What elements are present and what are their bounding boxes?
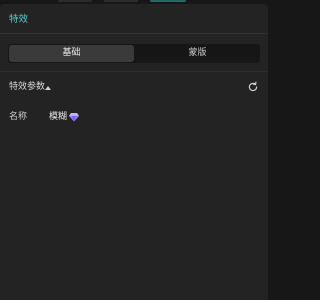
property-label: 名称 [9,112,28,122]
top-strip-mark [104,0,138,2]
effects-panel: 特效 基础 蒙版 特效参数 名称 模糊 [0,4,268,300]
divider [0,71,268,72]
panel-header: 特效 [0,4,268,34]
reset-icon[interactable] [247,81,259,93]
panel-title: 特效 [9,14,29,25]
effect-params-section: 特效参数 [9,81,259,95]
top-strip-accent [150,0,186,2]
tab-mask[interactable]: 蒙版 [135,44,260,63]
tab-bar: 基础 蒙版 [8,44,260,63]
property-row-name: 名称 模糊 [9,111,259,125]
section-title[interactable]: 特效参数 [9,82,45,93]
gem-icon [69,113,79,122]
property-value: 模糊 [49,112,68,122]
tab-basic[interactable]: 基础 [9,45,134,62]
top-strip-mark [58,0,92,2]
caret-up-icon[interactable] [45,86,51,90]
